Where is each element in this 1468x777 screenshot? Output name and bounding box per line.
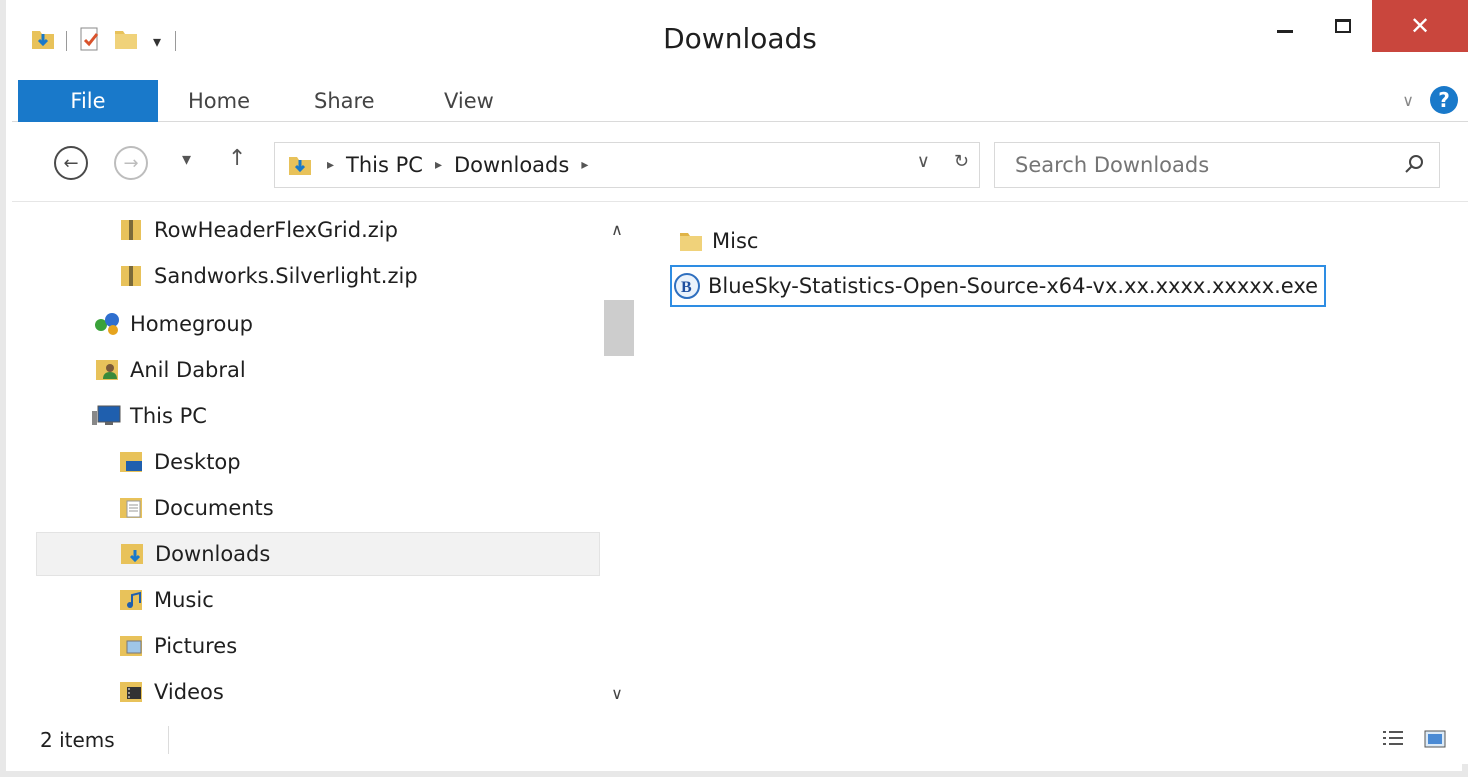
address-dropdown-icon[interactable]: ∨: [917, 151, 930, 172]
address-bar-actions: ∨ ↻: [917, 151, 969, 172]
search-icon[interactable]: [1403, 153, 1425, 175]
zip-folder-icon: [116, 215, 146, 245]
tab-home[interactable]: Home: [188, 80, 250, 122]
tree-item-anil-dabral[interactable]: Anil Dabral: [92, 348, 246, 392]
refresh-icon[interactable]: ↻: [954, 151, 969, 172]
forward-button[interactable]: →: [114, 146, 148, 180]
file-list: Misc B BlueSky-Statistics-Open-Source-x6…: [646, 202, 1468, 718]
videos-folder-icon: [116, 677, 146, 707]
ribbon-right-controls: ∨ ?: [1402, 86, 1458, 114]
scroll-down-icon[interactable]: ∨: [600, 676, 634, 710]
tree-item-label: Desktop: [154, 450, 241, 474]
minimize-icon: [1277, 29, 1293, 33]
title-bar: ▾ Downloads ✕: [6, 0, 1468, 80]
search-input[interactable]: [995, 143, 1385, 187]
tree-item-label: Documents: [154, 496, 274, 520]
large-icons-view-icon[interactable]: [1422, 726, 1448, 752]
tree-item-label: Videos: [154, 680, 224, 704]
status-bar: 2 items: [12, 718, 1468, 764]
tab-view[interactable]: View: [444, 80, 494, 122]
address-bar[interactable]: ▸ This PC ▸ Downloads ▸ ∨ ↻: [274, 142, 980, 188]
window-controls: ✕: [1256, 0, 1468, 52]
details-view-icon[interactable]: [1380, 726, 1406, 752]
music-folder-icon: [116, 585, 146, 615]
ribbon-tabs: File Home Share View ∨ ?: [12, 80, 1468, 122]
tree-item-label: Anil Dabral: [130, 358, 246, 382]
maximize-button[interactable]: [1314, 0, 1372, 52]
search-box[interactable]: [994, 142, 1440, 188]
breadcrumb-separator-icon[interactable]: ▸: [581, 157, 588, 173]
tree-item-videos[interactable]: Videos: [116, 670, 224, 714]
breadcrumb-separator-icon[interactable]: ▸: [327, 157, 334, 173]
back-button[interactable]: ←: [54, 146, 88, 180]
tree-item-sandworks-zip[interactable]: Sandworks.Silverlight.zip: [116, 254, 418, 298]
breadcrumb-downloads[interactable]: Downloads: [454, 153, 569, 177]
forward-arrow-icon: →: [123, 152, 139, 174]
navpane-scrollbar[interactable]: ∧ ∨: [600, 202, 634, 718]
computer-icon: [92, 401, 122, 431]
tree-item-music[interactable]: Music: [116, 578, 214, 622]
tree-item-label: This PC: [130, 404, 207, 428]
help-icon[interactable]: ?: [1430, 86, 1458, 114]
homegroup-icon: [92, 309, 122, 339]
tree-item-documents[interactable]: Documents: [116, 486, 274, 530]
pictures-folder-icon: [116, 631, 146, 661]
tree-item-label: Downloads: [155, 542, 271, 566]
close-icon: ✕: [1409, 12, 1431, 40]
tree-item-label: Music: [154, 588, 214, 612]
zip-folder-icon: [116, 261, 146, 291]
minimize-button[interactable]: [1256, 0, 1314, 52]
file-name: Misc: [712, 229, 759, 253]
tab-file[interactable]: File: [18, 80, 158, 122]
tree-item-label: Pictures: [154, 634, 238, 658]
tree-item-label: Sandworks.Silverlight.zip: [154, 264, 418, 288]
expand-ribbon-icon[interactable]: ∨: [1402, 91, 1414, 110]
tree-item-desktop[interactable]: Desktop: [116, 440, 241, 484]
tree-item-label: RowHeaderFlexGrid.zip: [154, 218, 398, 242]
breadcrumb-this-pc[interactable]: This PC: [346, 153, 423, 177]
navigation-bar: ← → ▾ ↑ ▸ This PC ▸ Downloads ▸ ∨ ↻: [12, 122, 1468, 202]
scroll-up-icon[interactable]: ∧: [600, 212, 634, 246]
tree-item-pictures[interactable]: Pictures: [116, 624, 237, 668]
recent-locations-icon[interactable]: ▾: [182, 149, 191, 170]
item-count: 2 items: [40, 728, 115, 752]
tree-item-homegroup[interactable]: Homegroup: [92, 302, 253, 346]
tree-item-this-pc[interactable]: This PC: [92, 394, 207, 438]
breadcrumb-separator-icon[interactable]: ▸: [435, 157, 442, 173]
file-name: BlueSky-Statistics-Open-Source-x64-vx.xx…: [708, 274, 1319, 298]
folder-icon: [676, 226, 706, 256]
file-item-bluesky-exe[interactable]: B BlueSky-Statistics-Open-Source-x64-vx.…: [670, 265, 1327, 307]
up-arrow-icon[interactable]: ↑: [228, 146, 246, 171]
back-arrow-icon: ←: [63, 152, 79, 174]
maximize-icon: [1335, 19, 1351, 33]
desktop-folder-icon: [116, 447, 146, 477]
scrollbar-thumb[interactable]: [604, 300, 634, 356]
tree-item-downloads[interactable]: Downloads: [36, 532, 600, 576]
user-folder-icon: [92, 355, 122, 385]
close-button[interactable]: ✕: [1372, 0, 1468, 52]
svg-text:B: B: [681, 279, 692, 296]
tree-item-rowheaderflexgrid-zip[interactable]: RowHeaderFlexGrid.zip: [116, 208, 398, 252]
file-item-misc[interactable]: Misc: [676, 220, 758, 262]
downloads-folder-icon: [117, 539, 147, 569]
navigation-pane: RowHeaderFlexGrid.zip Sandworks.Silverli…: [12, 202, 634, 718]
status-separator: [168, 726, 169, 754]
window-title: Downloads: [663, 22, 817, 55]
tab-share[interactable]: Share: [314, 80, 375, 122]
view-buttons: [1380, 726, 1448, 752]
downloads-folder-icon: [285, 150, 315, 180]
documents-folder-icon: [116, 493, 146, 523]
tree-item-label: Homegroup: [130, 312, 254, 336]
explorer-window: ▾ Downloads ✕ File Home Share View ∨ ? ←…: [0, 0, 1468, 777]
bluesky-app-icon: B: [672, 271, 702, 301]
